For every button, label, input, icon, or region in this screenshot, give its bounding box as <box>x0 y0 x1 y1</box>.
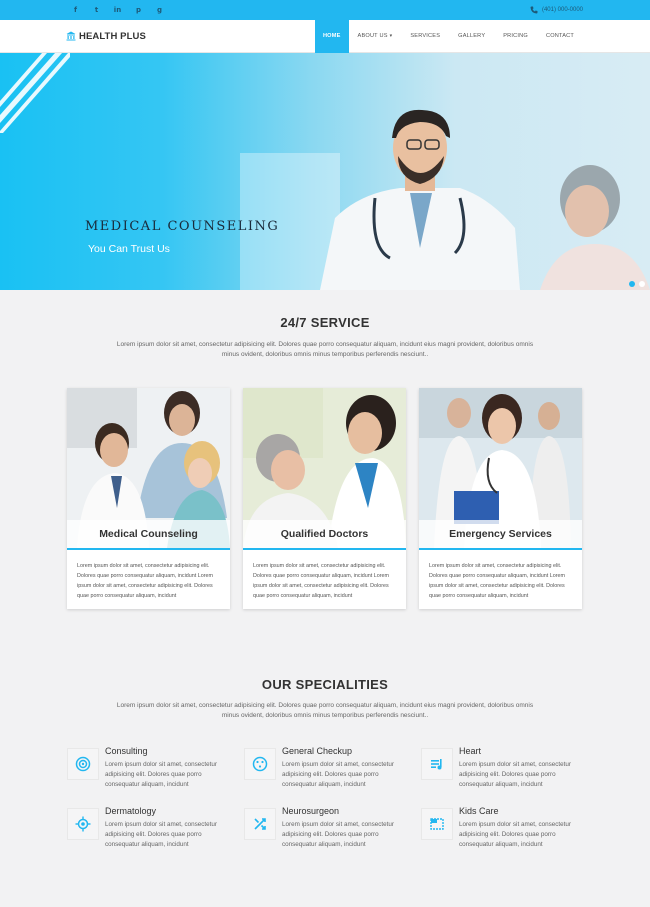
speciality-kids-care[interactable]: Kids Care Lorem ipsum dolor sit amet, co… <box>421 806 598 850</box>
speciality-title: Dermatology <box>105 806 157 816</box>
slider-dot-1[interactable] <box>629 281 635 287</box>
service-desc: Lorem ipsum dolor sit amet, consectetur … <box>116 341 534 358</box>
nav-home-label: HOME <box>322 33 341 39</box>
specialities-desc: Lorem ipsum dolor sit amet, consectetur … <box>116 702 534 719</box>
social-links: f t in p g <box>65 6 170 14</box>
top-bar: f t in p g (401) 000-0000 <box>0 0 650 20</box>
doctor-illustration <box>320 109 520 290</box>
speciality-text: Lorem ipsum dolor sit amet, consectetur … <box>459 821 571 848</box>
twitter-icon[interactable]: t <box>86 6 107 14</box>
service-card-medical-counseling[interactable]: Medical Counseling Lorem ipsum dolor sit… <box>67 388 230 609</box>
hero-subtitle: You Can Trust Us <box>88 243 170 255</box>
speciality-text: Lorem ipsum dolor sit amet, consectetur … <box>282 761 394 788</box>
card-title: Emergency Services <box>419 520 582 548</box>
card-image: Qualified Doctors <box>243 388 406 548</box>
speciality-dermatology[interactable]: Dermatology Lorem ipsum dolor sit amet, … <box>67 806 244 850</box>
nav-pricing-label: PRICING <box>503 33 528 39</box>
consulting-icon <box>67 748 99 780</box>
nav-contact[interactable]: CONTACT <box>537 20 583 53</box>
speciality-title: Consulting <box>105 746 148 756</box>
nav-services[interactable]: SERVICES <box>401 20 449 53</box>
nav-pricing[interactable]: PRICING <box>494 20 537 53</box>
caret-down-icon: ▾ <box>389 33 393 39</box>
speciality-heart[interactable]: Heart Lorem ipsum dolor sit amet, consec… <box>421 746 598 790</box>
speciality-neurosurgeon[interactable]: Neurosurgeon Lorem ipsum dolor sit amet,… <box>244 806 421 850</box>
card-title: Qualified Doctors <box>243 520 406 548</box>
card-image: Emergency Services <box>419 388 582 548</box>
neurosurgeon-icon <box>244 808 276 840</box>
speciality-consulting[interactable]: Consulting Lorem ipsum dolor sit amet, c… <box>67 746 244 790</box>
speciality-text: Lorem ipsum dolor sit amet, consectetur … <box>282 821 394 848</box>
speciality-title: Kids Care <box>459 806 499 816</box>
speciality-title: Neurosurgeon <box>282 806 340 816</box>
linkedin-icon[interactable]: in <box>107 6 128 14</box>
nav-home[interactable]: HOME <box>314 19 349 53</box>
nav-about-label: ABOUT US <box>357 33 388 39</box>
service-title: 24/7 SERVICE <box>280 315 370 330</box>
nav-gallery-label: GALLERY <box>458 33 486 39</box>
brand-logo[interactable]: HEALTH PLUS <box>66 31 146 42</box>
card-text: Lorem ipsum dolor sit amet, consectetur … <box>253 563 390 599</box>
nav-about-us[interactable]: ABOUT US ▾ <box>349 20 402 53</box>
main-nav: HOME ABOUT US ▾ SERVICES GALLERY PRICING … <box>314 19 583 53</box>
speciality-text: Lorem ipsum dolor sit amet, consectetur … <box>105 761 217 788</box>
speciality-title: General Checkup <box>282 746 353 756</box>
phone-number: (401) 000-0000 <box>541 7 583 13</box>
speciality-general-checkup[interactable]: General Checkup Lorem ipsum dolor sit am… <box>244 746 421 790</box>
hospital-icon <box>66 31 76 41</box>
decorative-stripes <box>0 53 70 133</box>
specialities-grid: Consulting Lorem ipsum dolor sit amet, c… <box>0 746 650 850</box>
specialities-section: OUR SPECIALITIES Lorem ipsum dolor sit a… <box>0 609 650 850</box>
pinterest-icon[interactable]: p <box>128 6 149 14</box>
facebook-icon[interactable]: f <box>65 6 86 14</box>
google-plus-icon[interactable]: g <box>149 6 170 14</box>
speciality-text: Lorem ipsum dolor sit amet, consectetur … <box>459 761 571 788</box>
specialities-title: OUR SPECIALITIES <box>261 677 389 692</box>
phone-contact: (401) 000-0000 <box>530 6 583 14</box>
service-section: 24/7 SERVICE Lorem ipsum dolor sit amet,… <box>0 290 650 609</box>
phone-icon <box>530 6 538 14</box>
kids-care-icon <box>421 808 453 840</box>
card-image: Medical Counseling <box>67 388 230 548</box>
hero-title: MEDICAL COUNSELING <box>85 219 280 234</box>
slider-dot-2[interactable] <box>639 281 645 287</box>
card-text: Lorem ipsum dolor sit amet, consectetur … <box>429 563 566 599</box>
service-card-emergency-services[interactable]: Emergency Services Lorem ipsum dolor sit… <box>419 388 582 609</box>
checkup-icon <box>244 748 276 780</box>
service-cards: Medical Counseling Lorem ipsum dolor sit… <box>0 388 650 609</box>
card-text: Lorem ipsum dolor sit amet, consectetur … <box>77 563 214 599</box>
nav-gallery[interactable]: GALLERY <box>449 20 494 53</box>
speciality-text: Lorem ipsum dolor sit amet, consectetur … <box>105 821 217 848</box>
speciality-title: Heart <box>459 746 482 756</box>
nav-services-label: SERVICES <box>410 33 441 39</box>
dermatology-icon <box>67 808 99 840</box>
slider-dots <box>629 281 645 287</box>
patient-illustration <box>540 165 650 290</box>
heart-icon <box>421 748 453 780</box>
service-card-qualified-doctors[interactable]: Qualified Doctors Lorem ipsum dolor sit … <box>243 388 406 609</box>
brand-name: HEALTH PLUS <box>79 30 146 42</box>
nav-contact-label: CONTACT <box>545 33 574 39</box>
navbar: HEALTH PLUS HOME ABOUT US ▾ SERVICES GALL… <box>0 19 650 53</box>
hero-slider: MEDICAL COUNSELING You Can Trust Us <box>0 53 650 290</box>
card-title: Medical Counseling <box>67 520 230 548</box>
